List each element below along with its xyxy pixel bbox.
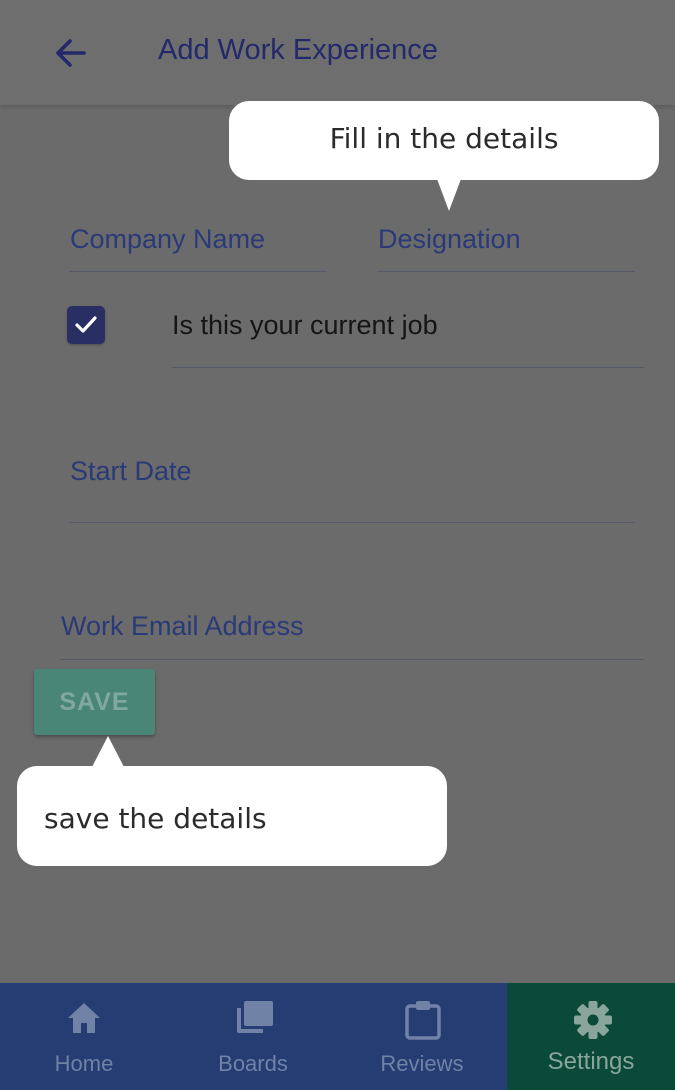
save-details-tooltip: save the details	[17, 736, 447, 866]
tooltip-pointer	[437, 179, 461, 211]
boards-icon	[237, 1001, 273, 1033]
home-icon	[68, 1003, 100, 1033]
tooltip-pointer	[92, 736, 124, 767]
save-button[interactable]: SAVE	[34, 669, 155, 735]
nav-label-boards: Boards	[218, 1051, 288, 1076]
work-email-field[interactable]: Work Email Address	[60, 608, 644, 660]
current-job-row: Is this your current job	[172, 300, 644, 368]
fill-details-tooltip-text: Fill in the details	[329, 122, 559, 155]
current-job-checkbox[interactable]	[67, 306, 105, 344]
bottom-navigation: Home Boards Reviews Settings	[0, 983, 675, 1090]
back-button[interactable]	[50, 32, 92, 74]
current-job-label: Is this your current job	[172, 310, 438, 340]
nav-item-home[interactable]: Home	[0, 983, 168, 1090]
gear-icon	[574, 1001, 612, 1039]
start-date-field[interactable]: Start Date	[69, 452, 635, 523]
nav-item-settings[interactable]: Settings	[507, 983, 675, 1090]
nav-item-boards[interactable]: Boards	[169, 983, 337, 1090]
start-date-label: Start Date	[70, 456, 192, 486]
designation-field[interactable]: Designation	[377, 222, 635, 272]
arrow-left-icon	[56, 39, 86, 67]
save-details-tooltip-text: save the details	[44, 802, 267, 835]
company-name-label: Company Name	[70, 224, 266, 254]
nav-label-reviews: Reviews	[380, 1051, 464, 1076]
clipboard-icon	[405, 1001, 441, 1040]
designation-label: Designation	[378, 224, 521, 254]
fill-details-tooltip: Fill in the details	[229, 101, 659, 211]
app-header: Add Work Experience	[0, 0, 675, 105]
nav-item-reviews[interactable]: Reviews	[338, 983, 506, 1090]
company-name-field[interactable]: Company Name	[69, 222, 327, 272]
work-email-label: Work Email Address	[61, 611, 304, 641]
nav-label-home: Home	[54, 1051, 114, 1076]
page-title: Add Work Experience	[158, 34, 438, 66]
nav-label-settings: Settings	[547, 1048, 635, 1075]
checkmark-icon	[75, 316, 97, 333]
